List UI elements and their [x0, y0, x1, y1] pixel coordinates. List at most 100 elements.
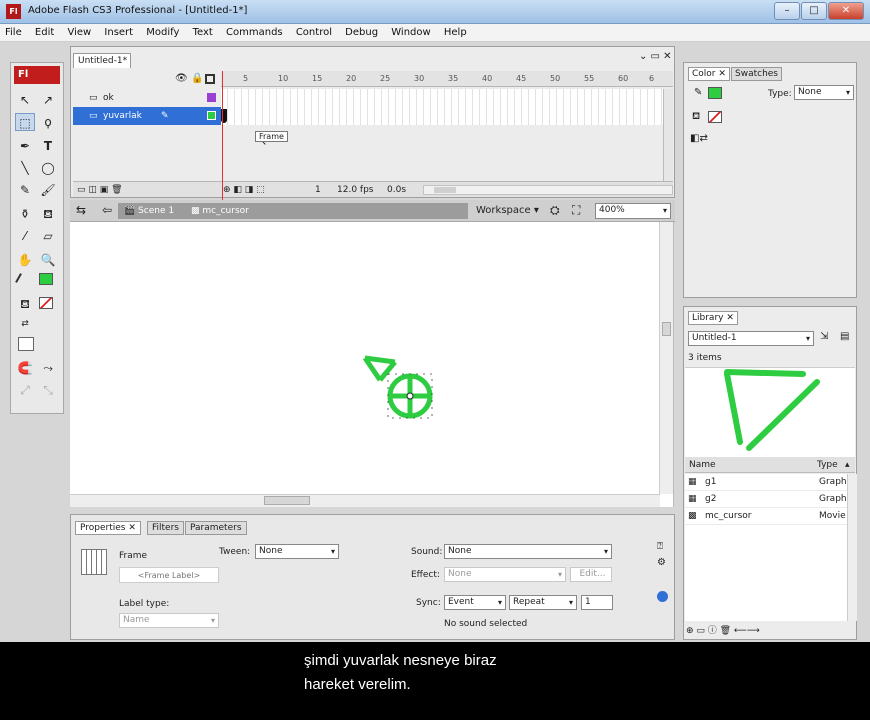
fill-color-none-swatch[interactable] — [39, 297, 53, 309]
pin-icon[interactable]: ⇲ — [820, 331, 828, 342]
sound-select[interactable]: None ▾ — [444, 544, 612, 559]
stroke-swatch[interactable] — [708, 87, 722, 99]
menu-help[interactable]: Help — [439, 24, 472, 42]
snap-to-objects-icon[interactable]: 🧲 — [15, 359, 35, 377]
layer-outline-color[interactable] — [207, 111, 216, 120]
stage[interactable] — [70, 222, 674, 507]
menu-edit[interactable]: Edit — [30, 24, 59, 42]
pen-tool-icon[interactable]: ✒ — [15, 137, 35, 155]
onion-skin-icon[interactable]: ⊕ ◧ ◨ ⬚ — [223, 182, 265, 198]
close-button[interactable]: ✕ — [828, 2, 864, 20]
back-arrow-icon[interactable]: ⇦ — [102, 203, 112, 217]
stroke-color-swatch[interactable] — [39, 273, 53, 285]
pointer-shape[interactable] — [362, 355, 397, 382]
stage-hscroll[interactable] — [70, 494, 660, 507]
vscroll-thumb[interactable] — [662, 322, 671, 336]
object-drawing-icon[interactable] — [18, 337, 34, 351]
accessibility-icon[interactable]: ⚙ — [657, 557, 666, 568]
lasso-tool-icon[interactable]: ϙ — [38, 113, 58, 131]
tab-filters[interactable]: Filters — [147, 521, 184, 535]
layer-frames-ok[interactable] — [221, 89, 665, 107]
new-library-icon[interactable]: ▤ — [840, 331, 849, 342]
edit-scene-icon[interactable]: ⛶ — [572, 203, 580, 218]
tab-library[interactable]: Library ✕ — [688, 311, 738, 325]
menu-modify[interactable]: Modify — [141, 24, 184, 42]
swap-colors-icon[interactable]: ⇄ — [15, 315, 35, 333]
library-item[interactable]: ▦ g1 Graph — [685, 474, 847, 490]
library-vscroll[interactable] — [847, 474, 857, 621]
line-tool-icon[interactable]: ╲ — [15, 159, 35, 177]
free-transform-tool-icon[interactable]: ⬚ — [15, 113, 35, 131]
layer-outline-color[interactable] — [207, 93, 216, 102]
swap-colors-icon[interactable]: ◧⇄ — [690, 133, 708, 144]
tab-swatches[interactable]: Swatches — [731, 67, 782, 81]
subselection-tool-icon[interactable]: ↗ — [38, 91, 58, 109]
minimize-button[interactable]: – — [774, 2, 800, 20]
eraser-tool-icon[interactable]: ▱ — [38, 227, 58, 245]
tab-color[interactable]: Color ✕ — [688, 67, 730, 81]
edit-symbols-icon[interactable]: ⛭ — [550, 203, 560, 218]
help-icon[interactable]: ⍰ — [657, 541, 663, 552]
library-document-select[interactable]: Untitled-1 ▾ — [688, 331, 814, 346]
eyedropper-tool-icon[interactable]: ⁄ — [15, 227, 35, 245]
brush-tool-icon[interactable]: 🖌 — [38, 181, 58, 199]
playhead[interactable] — [222, 71, 223, 206]
menu-window[interactable]: Window — [386, 24, 435, 42]
fill-swatch-none[interactable] — [708, 111, 722, 123]
panel-menu-icon[interactable]: ⌄ ▭ ✕ — [639, 51, 672, 62]
hand-tool-icon[interactable]: ✋ — [15, 251, 35, 269]
frame-label-input[interactable] — [119, 567, 219, 583]
menu-commands[interactable]: Commands — [221, 24, 288, 42]
library-item[interactable]: ▩ mc_cursor Movie — [685, 508, 847, 524]
repeat-count-input[interactable]: 1 — [581, 595, 613, 610]
sync-select[interactable]: Event ▾ — [444, 595, 506, 610]
menu-text[interactable]: Text — [188, 24, 218, 42]
timeline-hscroll[interactable] — [423, 185, 673, 195]
maximize-button[interactable]: □ — [801, 2, 827, 20]
smooth-icon[interactable]: ⤳ — [38, 359, 58, 377]
ink-bottle-tool-icon[interactable]: ⚱ — [15, 205, 35, 223]
zoom-select[interactable]: 400% ▾ — [595, 203, 671, 219]
fill-color-bucket-icon[interactable]: ⛾ — [15, 295, 35, 313]
text-tool-icon[interactable]: T — [38, 137, 58, 155]
pencil-tool-icon[interactable]: ✎ — [15, 181, 35, 199]
workspace-menu[interactable]: Workspace ▾ — [476, 205, 539, 216]
menu-debug[interactable]: Debug — [340, 24, 383, 42]
library-footer-icons[interactable]: ⊕ ▭ ⓘ 🗑 ⟵⟶ — [686, 623, 760, 636]
add-layer-icon[interactable]: ▭ ◫ ▣ 🗑 — [77, 182, 123, 198]
layer-frames-yuvarlak[interactable] — [221, 107, 665, 125]
outline-icon[interactable] — [205, 74, 215, 84]
menu-view[interactable]: View — [62, 24, 96, 42]
selection-tool-icon[interactable]: ↖ — [15, 91, 35, 109]
stroke-color-pencil-icon[interactable] — [15, 273, 29, 287]
breadcrumb-scene[interactable]: Scene 1 — [138, 206, 174, 216]
sort-icon[interactable]: ▴ — [845, 457, 850, 473]
col-type[interactable]: Type — [817, 457, 838, 473]
eye-icon[interactable]: 👁 — [175, 73, 188, 84]
expand-icon[interactable] — [657, 591, 668, 602]
layer-row-ok[interactable]: ▭ ok — [73, 89, 221, 107]
menu-file[interactable]: File — [0, 24, 27, 42]
hscroll-thumb[interactable] — [264, 496, 310, 505]
timeline-vscroll[interactable] — [663, 89, 673, 181]
menu-control[interactable]: Control — [291, 24, 337, 42]
layer-row-yuvarlak[interactable]: ▭ yuvarlak ✎ — [73, 107, 221, 125]
tab-parameters[interactable]: Parameters — [185, 521, 247, 535]
hscroll-thumb[interactable] — [434, 187, 456, 193]
lock-icon[interactable]: 🔒 — [191, 73, 203, 84]
type-select[interactable]: None ▾ — [794, 85, 854, 100]
document-tab[interactable]: Untitled-1* — [73, 53, 131, 68]
frame-rate[interactable]: 12.0 fps — [337, 182, 373, 198]
library-item[interactable]: ▦ g2 Graph — [685, 491, 847, 507]
crosshair-circle-shape[interactable] — [387, 373, 433, 419]
stroke-pencil-icon[interactable]: ✎ — [694, 87, 702, 98]
breadcrumb-symbol[interactable]: mc_cursor — [202, 206, 248, 216]
timeline-toggle-icon[interactable]: ⇆ — [76, 203, 86, 217]
repeat-select[interactable]: Repeat ▾ — [509, 595, 577, 610]
paint-bucket-tool-icon[interactable]: ⛾ — [38, 205, 58, 223]
stage-vscroll[interactable] — [659, 222, 673, 494]
tab-properties[interactable]: Properties ✕ — [75, 521, 141, 535]
menu-insert[interactable]: Insert — [99, 24, 138, 42]
col-name[interactable]: Name — [689, 457, 716, 473]
tween-select[interactable]: None ▾ — [255, 544, 339, 559]
